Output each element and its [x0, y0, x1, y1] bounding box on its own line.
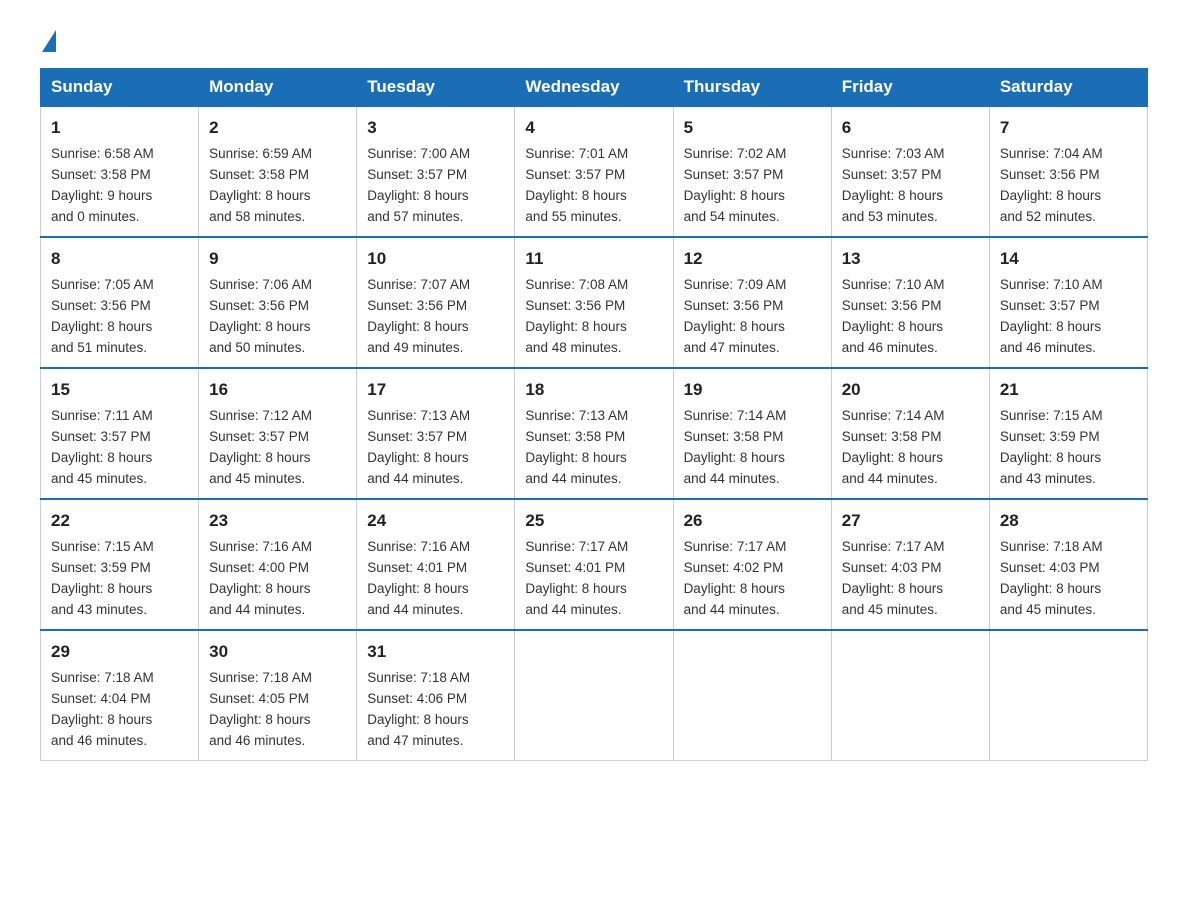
day-number: 3 [367, 115, 504, 141]
day-number: 19 [684, 377, 821, 403]
calendar-week-row: 1Sunrise: 6:58 AMSunset: 3:58 PMDaylight… [41, 106, 1148, 237]
calendar-cell [515, 630, 673, 761]
calendar-cell: 5Sunrise: 7:02 AMSunset: 3:57 PMDaylight… [673, 106, 831, 237]
day-number: 24 [367, 508, 504, 534]
calendar-cell: 6Sunrise: 7:03 AMSunset: 3:57 PMDaylight… [831, 106, 989, 237]
day-number: 7 [1000, 115, 1137, 141]
day-number: 2 [209, 115, 346, 141]
day-number: 17 [367, 377, 504, 403]
header-thursday: Thursday [673, 69, 831, 107]
day-number: 25 [525, 508, 662, 534]
day-number: 23 [209, 508, 346, 534]
calendar-week-row: 15Sunrise: 7:11 AMSunset: 3:57 PMDayligh… [41, 368, 1148, 499]
calendar-cell: 11Sunrise: 7:08 AMSunset: 3:56 PMDayligh… [515, 237, 673, 368]
header-saturday: Saturday [989, 69, 1147, 107]
day-number: 29 [51, 639, 188, 665]
day-number: 10 [367, 246, 504, 272]
calendar-cell: 3Sunrise: 7:00 AMSunset: 3:57 PMDaylight… [357, 106, 515, 237]
day-number: 16 [209, 377, 346, 403]
day-number: 1 [51, 115, 188, 141]
calendar-cell: 24Sunrise: 7:16 AMSunset: 4:01 PMDayligh… [357, 499, 515, 630]
calendar-cell [831, 630, 989, 761]
day-number: 26 [684, 508, 821, 534]
day-number: 15 [51, 377, 188, 403]
logo [40, 30, 56, 48]
calendar-cell: 23Sunrise: 7:16 AMSunset: 4:00 PMDayligh… [199, 499, 357, 630]
calendar-cell: 25Sunrise: 7:17 AMSunset: 4:01 PMDayligh… [515, 499, 673, 630]
day-number: 30 [209, 639, 346, 665]
header-friday: Friday [831, 69, 989, 107]
calendar-cell: 31Sunrise: 7:18 AMSunset: 4:06 PMDayligh… [357, 630, 515, 761]
day-number: 12 [684, 246, 821, 272]
calendar-cell: 1Sunrise: 6:58 AMSunset: 3:58 PMDaylight… [41, 106, 199, 237]
day-number: 11 [525, 246, 662, 272]
calendar-cell: 15Sunrise: 7:11 AMSunset: 3:57 PMDayligh… [41, 368, 199, 499]
calendar-cell: 2Sunrise: 6:59 AMSunset: 3:58 PMDaylight… [199, 106, 357, 237]
day-number: 22 [51, 508, 188, 534]
calendar-cell: 8Sunrise: 7:05 AMSunset: 3:56 PMDaylight… [41, 237, 199, 368]
day-number: 27 [842, 508, 979, 534]
day-number: 4 [525, 115, 662, 141]
header-monday: Monday [199, 69, 357, 107]
header-wednesday: Wednesday [515, 69, 673, 107]
day-number: 14 [1000, 246, 1137, 272]
page-header [40, 30, 1148, 48]
day-number: 18 [525, 377, 662, 403]
header-sunday: Sunday [41, 69, 199, 107]
calendar-cell: 12Sunrise: 7:09 AMSunset: 3:56 PMDayligh… [673, 237, 831, 368]
calendar-header-row: SundayMondayTuesdayWednesdayThursdayFrid… [41, 69, 1148, 107]
day-number: 6 [842, 115, 979, 141]
calendar-cell: 28Sunrise: 7:18 AMSunset: 4:03 PMDayligh… [989, 499, 1147, 630]
day-number: 20 [842, 377, 979, 403]
calendar-cell [989, 630, 1147, 761]
calendar-cell: 4Sunrise: 7:01 AMSunset: 3:57 PMDaylight… [515, 106, 673, 237]
calendar-cell: 26Sunrise: 7:17 AMSunset: 4:02 PMDayligh… [673, 499, 831, 630]
calendar-table: SundayMondayTuesdayWednesdayThursdayFrid… [40, 68, 1148, 761]
day-number: 21 [1000, 377, 1137, 403]
calendar-cell: 30Sunrise: 7:18 AMSunset: 4:05 PMDayligh… [199, 630, 357, 761]
calendar-cell: 13Sunrise: 7:10 AMSunset: 3:56 PMDayligh… [831, 237, 989, 368]
day-number: 5 [684, 115, 821, 141]
day-number: 13 [842, 246, 979, 272]
calendar-cell [673, 630, 831, 761]
calendar-cell: 16Sunrise: 7:12 AMSunset: 3:57 PMDayligh… [199, 368, 357, 499]
calendar-cell: 19Sunrise: 7:14 AMSunset: 3:58 PMDayligh… [673, 368, 831, 499]
logo-triangle-icon [42, 30, 56, 52]
calendar-cell: 7Sunrise: 7:04 AMSunset: 3:56 PMDaylight… [989, 106, 1147, 237]
calendar-week-row: 8Sunrise: 7:05 AMSunset: 3:56 PMDaylight… [41, 237, 1148, 368]
day-number: 8 [51, 246, 188, 272]
calendar-cell: 17Sunrise: 7:13 AMSunset: 3:57 PMDayligh… [357, 368, 515, 499]
calendar-cell: 14Sunrise: 7:10 AMSunset: 3:57 PMDayligh… [989, 237, 1147, 368]
calendar-cell: 22Sunrise: 7:15 AMSunset: 3:59 PMDayligh… [41, 499, 199, 630]
calendar-week-row: 22Sunrise: 7:15 AMSunset: 3:59 PMDayligh… [41, 499, 1148, 630]
calendar-week-row: 29Sunrise: 7:18 AMSunset: 4:04 PMDayligh… [41, 630, 1148, 761]
calendar-cell: 18Sunrise: 7:13 AMSunset: 3:58 PMDayligh… [515, 368, 673, 499]
calendar-cell: 9Sunrise: 7:06 AMSunset: 3:56 PMDaylight… [199, 237, 357, 368]
day-number: 28 [1000, 508, 1137, 534]
calendar-cell: 21Sunrise: 7:15 AMSunset: 3:59 PMDayligh… [989, 368, 1147, 499]
calendar-cell: 27Sunrise: 7:17 AMSunset: 4:03 PMDayligh… [831, 499, 989, 630]
day-number: 9 [209, 246, 346, 272]
calendar-cell: 10Sunrise: 7:07 AMSunset: 3:56 PMDayligh… [357, 237, 515, 368]
day-number: 31 [367, 639, 504, 665]
calendar-cell: 29Sunrise: 7:18 AMSunset: 4:04 PMDayligh… [41, 630, 199, 761]
header-tuesday: Tuesday [357, 69, 515, 107]
calendar-cell: 20Sunrise: 7:14 AMSunset: 3:58 PMDayligh… [831, 368, 989, 499]
